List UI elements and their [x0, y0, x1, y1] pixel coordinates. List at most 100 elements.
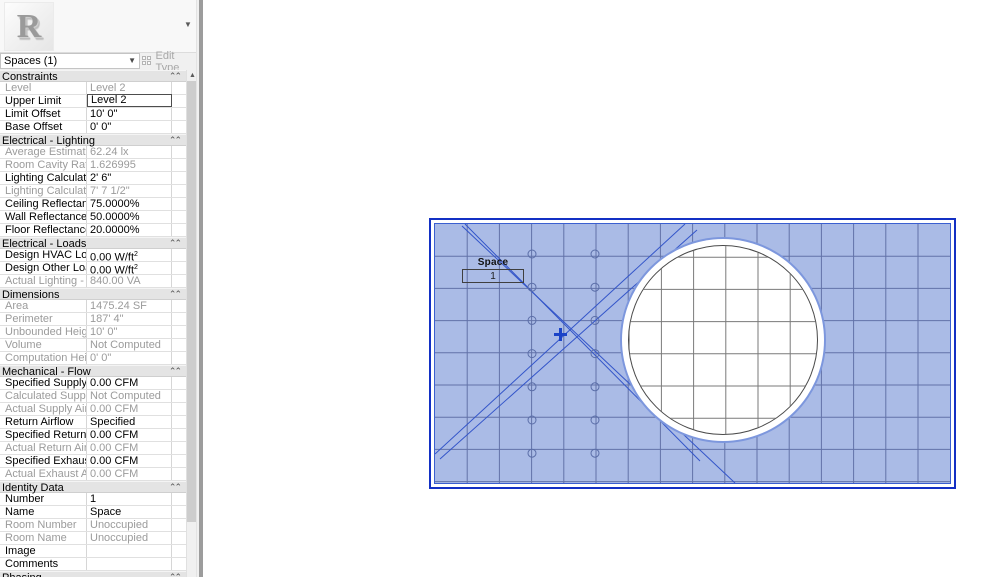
- void-outline: [628, 245, 818, 435]
- property-value[interactable]: 1.626995: [87, 159, 172, 171]
- property-row[interactable]: Image: [0, 545, 188, 558]
- property-value[interactable]: 0.00 CFM: [87, 377, 172, 389]
- property-row[interactable]: Room Cavity Ratio1.626995: [0, 159, 188, 172]
- property-value[interactable]: 0.00 CFM: [87, 403, 172, 415]
- property-value[interactable]: 0' 0": [87, 352, 172, 364]
- property-row[interactable]: Name Space: [0, 506, 188, 519]
- application-window: R ▼ Spaces (1) ▼ Edit Type Constraints ⌃⌃…: [0, 0, 999, 577]
- property-value[interactable]: Level 2: [87, 94, 172, 107]
- drawing-canvas[interactable]: Space 1: [429, 218, 956, 489]
- property-value[interactable]: 0.00 CFM: [87, 429, 172, 441]
- space-reference-cross-icon[interactable]: [554, 328, 567, 341]
- property-value[interactable]: Not Computed: [87, 390, 172, 402]
- property-value[interactable]: 840.00 VA: [87, 275, 172, 287]
- property-row[interactable]: Actual Return Airflow0.00 CFM: [0, 442, 188, 455]
- property-group-header[interactable]: Constraints ⌃⌃: [0, 70, 188, 83]
- collapse-chevron-icon[interactable]: ⌃⌃: [169, 571, 182, 577]
- property-value[interactable]: 7' 7 1/2": [87, 185, 172, 197]
- property-grid[interactable]: Constraints ⌃⌃ Level Level 2 Upper Limit Leve…: [0, 70, 188, 577]
- property-value[interactable]: 62.24 lx: [87, 146, 172, 158]
- property-value[interactable]: 187' 4": [87, 313, 172, 325]
- property-row[interactable]: Limit Offset 10' 0": [0, 108, 188, 121]
- property-label: Base Offset: [0, 121, 87, 133]
- property-row[interactable]: Unbounded Height10' 0": [0, 326, 188, 339]
- property-row[interactable]: Calculated Supply A...Not Computed: [0, 390, 188, 403]
- property-row[interactable]: Design Other Load ...0.00 W/ft2: [0, 262, 188, 275]
- property-label: Actual Return Airflow: [0, 442, 87, 454]
- property-row[interactable]: Base Offset 0' 0": [0, 121, 188, 134]
- collapse-chevron-icon[interactable]: ⌃⌃: [169, 237, 182, 249]
- property-row[interactable]: Actual Exhaust Airfl...0.00 CFM: [0, 468, 188, 481]
- property-row[interactable]: Lighting Calculatio...7' 7 1/2": [0, 185, 188, 198]
- property-value[interactable]: 0.00 W/ft2: [87, 262, 172, 274]
- property-value[interactable]: Specified: [87, 416, 172, 428]
- property-row[interactable]: Computation Height0' 0": [0, 352, 188, 365]
- collapse-chevron-icon[interactable]: ⌃⌃: [169, 288, 182, 300]
- property-row[interactable]: Area 1475.24 SF: [0, 300, 188, 313]
- property-value[interactable]: 50.0000%: [87, 211, 172, 223]
- property-value[interactable]: Level 2: [87, 82, 172, 94]
- property-value[interactable]: Unoccupied: [87, 519, 172, 531]
- property-value[interactable]: [87, 545, 172, 557]
- property-row[interactable]: Return Airflow Specified: [0, 416, 188, 429]
- property-group-header[interactable]: Electrical - Lighting ⌃⌃: [0, 134, 188, 147]
- edit-type-button[interactable]: Edit Type: [142, 50, 199, 74]
- property-value[interactable]: 0.00 CFM: [87, 442, 172, 454]
- property-value[interactable]: 10' 0": [87, 326, 172, 338]
- collapse-chevron-icon[interactable]: ⌃⌃: [169, 481, 182, 493]
- property-value[interactable]: 0' 0": [87, 121, 172, 133]
- collapse-chevron-icon[interactable]: ⌃⌃: [169, 70, 182, 82]
- property-row[interactable]: Floor Reflectance 20.0000%: [0, 224, 188, 237]
- collapse-chevron-icon[interactable]: ⌃⌃: [169, 134, 182, 146]
- property-row[interactable]: Specified Return Air...0.00 CFM: [0, 429, 188, 442]
- property-group-header[interactable]: Dimensions ⌃⌃: [0, 288, 188, 301]
- property-value[interactable]: [87, 558, 172, 570]
- property-value[interactable]: 10' 0": [87, 108, 172, 120]
- property-value[interactable]: Not Computed: [87, 339, 172, 351]
- property-value[interactable]: Unoccupied: [87, 532, 172, 544]
- property-value[interactable]: 0.00 CFM: [87, 468, 172, 480]
- property-row[interactable]: Actual Lighting - D...840.00 VA: [0, 275, 188, 288]
- property-label: Room Number: [0, 519, 87, 531]
- property-label: Ceiling Reflectance: [0, 198, 87, 210]
- unit-exponent: 2: [134, 251, 138, 258]
- property-value[interactable]: Space: [87, 506, 172, 518]
- property-row[interactable]: Ceiling Reflectance75.0000%: [0, 198, 188, 211]
- property-group-header[interactable]: Identity Data ⌃⌃: [0, 481, 188, 494]
- property-value[interactable]: 75.0000%: [87, 198, 172, 210]
- property-row[interactable]: Specified Exhaust Ai...0.00 CFM: [0, 455, 188, 468]
- property-group-header[interactable]: Phasing ⌃⌃: [0, 571, 188, 577]
- property-row[interactable]: Perimeter 187' 4": [0, 313, 188, 326]
- property-group-label: Identity Data: [2, 482, 64, 494]
- property-row[interactable]: Actual Supply Airflow0.00 CFM: [0, 403, 188, 416]
- property-label: Name: [0, 506, 87, 518]
- space-tag[interactable]: Space 1: [462, 257, 524, 283]
- property-row[interactable]: Specified Supply Air...0.00 CFM: [0, 377, 188, 390]
- property-value[interactable]: 0.00 CFM: [87, 455, 172, 467]
- property-row[interactable]: Room Name Unoccupied: [0, 532, 188, 545]
- property-value[interactable]: 2' 6": [87, 172, 172, 184]
- chevron-down-icon[interactable]: ▼: [183, 20, 193, 30]
- property-value[interactable]: 1475.24 SF: [87, 300, 172, 312]
- property-row[interactable]: Comments: [0, 558, 188, 571]
- property-row[interactable]: Lighting Calculatio...2' 6": [0, 172, 188, 185]
- property-row[interactable]: Wall Reflectance 50.0000%: [0, 211, 188, 224]
- property-row[interactable]: Room Number Unoccupied: [0, 519, 188, 532]
- property-row[interactable]: Number 1: [0, 493, 188, 506]
- collapse-chevron-icon[interactable]: ⌃⌃: [169, 365, 182, 377]
- property-value[interactable]: 0.00 W/ft2: [87, 249, 172, 261]
- property-row[interactable]: Upper Limit Level 2: [0, 94, 188, 108]
- property-row[interactable]: Volume Not Computed: [0, 339, 188, 352]
- type-thumbnail[interactable]: R: [4, 2, 54, 51]
- property-value[interactable]: 20.0000%: [87, 224, 172, 236]
- property-row[interactable]: Design HVAC Load ...0.00 W/ft2: [0, 249, 188, 262]
- chevron-down-icon[interactable]: ▼: [128, 56, 136, 65]
- window-divider: [199, 0, 203, 577]
- property-value[interactable]: 1: [87, 493, 172, 505]
- property-group-header[interactable]: Electrical - Loads ⌃⌃: [0, 237, 188, 250]
- property-row[interactable]: Average Estimated I...62.24 lx: [0, 146, 188, 159]
- type-selector-combobox[interactable]: Spaces (1) ▼: [0, 53, 140, 69]
- property-group-header[interactable]: Mechanical - Flow ⌃⌃: [0, 365, 188, 378]
- type-selector-row: Spaces (1) ▼ Edit Type: [0, 50, 199, 74]
- space-boundary[interactable]: Space 1: [434, 223, 951, 484]
